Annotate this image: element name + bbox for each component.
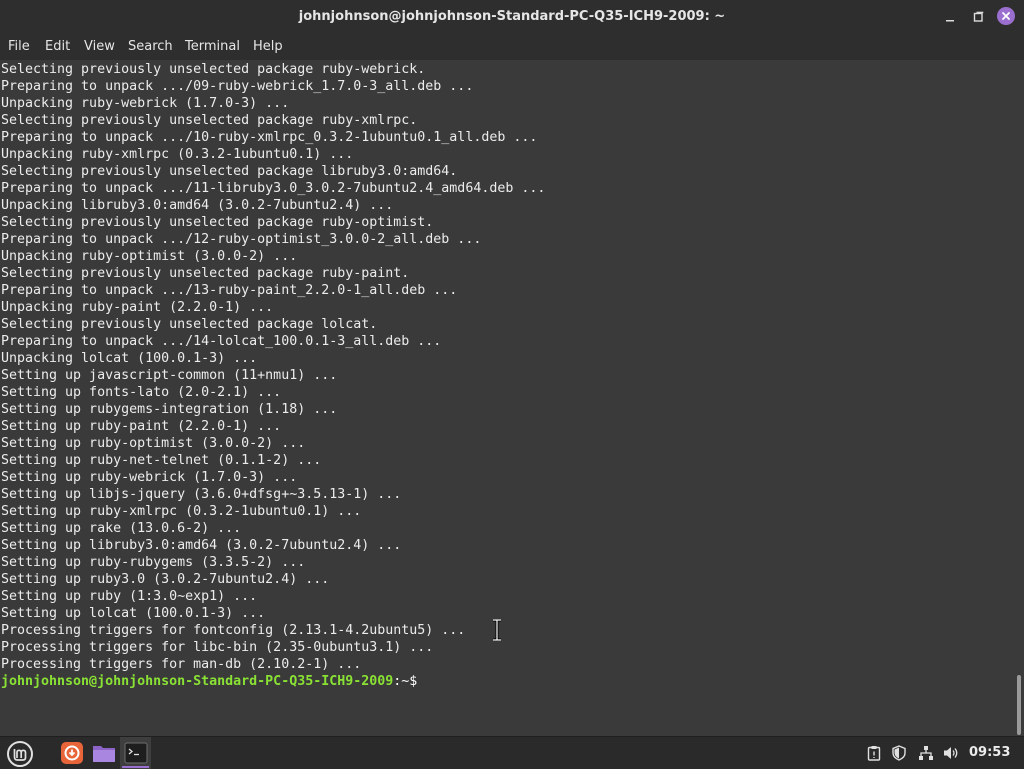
shield-icon[interactable] [891, 745, 907, 761]
terminal-line: Preparing to unpack .../10-ruby-xmlrpc_0… [1, 130, 538, 145]
minimize-button[interactable] [940, 7, 960, 27]
text-cursor-icon [493, 619, 501, 641]
menu-help[interactable]: Help [253, 33, 283, 60]
terminal-line: Setting up ruby-webrick (1.7.0-3) ... [1, 470, 298, 485]
terminal-line: Selecting previously unselected package … [1, 164, 458, 179]
terminal-line: Setting up libruby3.0:amd64 (3.0.2-7ubun… [1, 538, 402, 553]
prompt-user: johnjohnson@johnjohnson-Standard-PC-Q35-… [1, 674, 394, 689]
terminal-line: Unpacking ruby-xmlrpc (0.3.2-1ubuntu0.1)… [1, 147, 354, 162]
terminal-line: Selecting previously unselected package … [1, 113, 418, 128]
terminal-line: Setting up ruby-optimist (3.0.0-2) ... [1, 436, 306, 451]
window-title: johnjohnson@johnjohnson-Standard-PC-Q35-… [298, 9, 726, 24]
terminal-output[interactable]: Selecting previously unselected package … [0, 60, 1014, 736]
menu-view[interactable]: View [84, 33, 115, 60]
terminal-line: Preparing to unpack .../14-lolcat_100.0.… [1, 334, 442, 349]
close-icon [1002, 12, 1010, 20]
terminal-line: Setting up ruby-net-telnet (0.1.1-2) ... [1, 453, 322, 468]
terminal-line: Setting up rubygems-integration (1.18) .… [1, 402, 338, 417]
terminal-line: Processing triggers for fontconfig (2.13… [1, 623, 466, 638]
terminal-line: Unpacking ruby-webrick (1.7.0-3) ... [1, 96, 290, 111]
menubar: File Edit View Search Terminal Help [0, 33, 1024, 61]
menu-search[interactable]: Search [128, 33, 173, 60]
terminal-line: Selecting previously unselected package … [1, 266, 410, 281]
restore-icon [973, 11, 984, 22]
terminal-scrollbar[interactable] [1014, 60, 1024, 736]
close-button[interactable] [997, 7, 1015, 25]
mint-menu-icon[interactable] [6, 740, 34, 768]
terminal-line: Setting up ruby (1:3.0~exp1) ... [1, 589, 258, 604]
terminal-line: Setting up ruby-rubygems (3.3.5-2) ... [1, 555, 306, 570]
terminal-line: Processing triggers for libc-bin (2.35-0… [1, 640, 434, 655]
terminal-line: Preparing to unpack .../11-libruby3.0_3.… [1, 181, 546, 196]
clipboard-icon[interactable] [866, 745, 882, 761]
terminal-line: Setting up ruby-xmlrpc (0.3.2-1ubuntu0.1… [1, 504, 362, 519]
terminal-line: Setting up lolcat (100.0.1-3) ... [1, 606, 266, 621]
scrollbar-thumb[interactable] [1017, 675, 1021, 735]
terminal-line: Selecting previously unselected package … [1, 215, 434, 230]
terminal-line: Setting up libjs-jquery (3.6.0+dfsg+~3.5… [1, 487, 402, 502]
window-titlebar[interactable]: johnjohnson@johnjohnson-Standard-PC-Q35-… [0, 0, 1024, 33]
terminal-line: Setting up fonts-lato (2.0-2.1) ... [1, 385, 282, 400]
minimize-icon [946, 20, 954, 22]
maximize-button[interactable] [968, 7, 988, 27]
file-manager-icon[interactable] [92, 741, 116, 765]
terminal-line: Setting up javascript-common (11+nmu1) .… [1, 368, 338, 383]
terminal-line: Unpacking ruby-optimist (3.0.0-2) ... [1, 249, 298, 264]
menu-edit[interactable]: Edit [45, 33, 70, 60]
terminal-line: Selecting previously unselected package … [1, 62, 426, 77]
terminal-app-icon[interactable] [124, 741, 148, 765]
update-manager-icon[interactable] [60, 741, 84, 765]
terminal-line: Preparing to unpack .../09-ruby-webrick_… [1, 79, 474, 94]
terminal-line: Setting up ruby-paint (2.2.0-1) ... [1, 419, 282, 434]
terminal-line: Setting up ruby3.0 (3.0.2-7ubuntu2.4) ..… [1, 572, 330, 587]
terminal-line: Preparing to unpack .../13-ruby-paint_2.… [1, 283, 458, 298]
terminal-line: Setting up rake (13.0.6-2) ... [1, 521, 242, 536]
terminal-line: Unpacking lolcat (100.0.1-3) ... [1, 351, 258, 366]
taskbar: 09:53 [0, 736, 1024, 769]
terminal-line: Unpacking ruby-paint (2.2.0-1) ... [1, 300, 274, 315]
clock[interactable]: 09:53 [969, 737, 1010, 769]
terminal-line: Preparing to unpack .../12-ruby-optimist… [1, 232, 482, 247]
menu-file[interactable]: File [8, 33, 30, 60]
terminal-line: Unpacking libruby3.0:amd64 (3.0.2-7ubunt… [1, 198, 394, 213]
menu-terminal[interactable]: Terminal [185, 33, 240, 60]
volume-icon[interactable] [943, 745, 959, 761]
terminal-prompt[interactable]: johnjohnson@johnjohnson-Standard-PC-Q35-… [1, 673, 417, 690]
terminal-line: Processing triggers for man-db (2.10.2-1… [1, 657, 362, 672]
terminal-line: Selecting previously unselected package … [1, 317, 378, 332]
prompt-path: :~$ [393, 674, 418, 689]
network-icon[interactable] [918, 745, 934, 761]
